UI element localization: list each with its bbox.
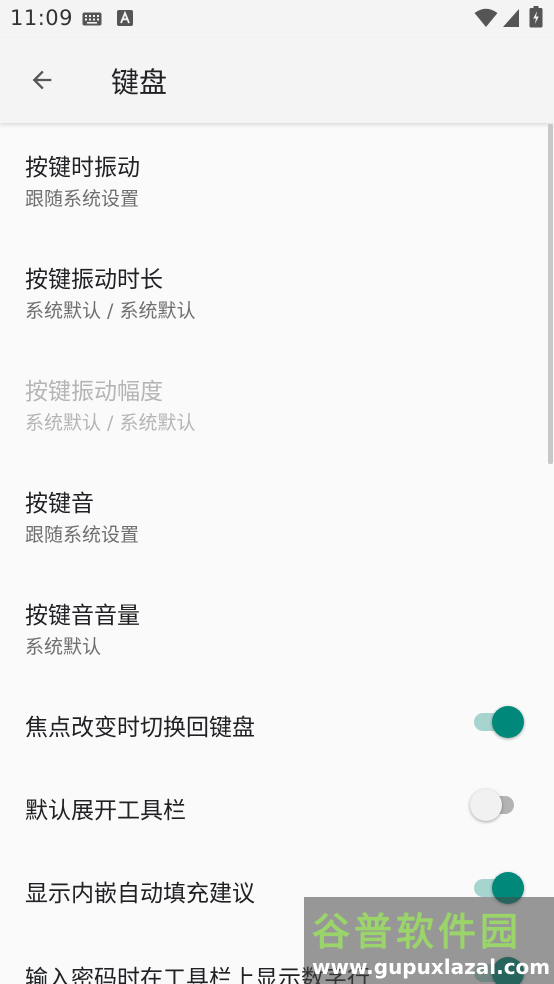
switch-thumb xyxy=(492,706,524,738)
pref-summary: 系统默认 / 系统默认 xyxy=(25,300,196,322)
signal-icon xyxy=(503,9,519,27)
back-button[interactable] xyxy=(18,56,66,104)
pref-key-sound[interactable]: 按键音 跟随系统设置 xyxy=(0,459,554,571)
status-bar: 11:09 xyxy=(0,0,554,38)
scrollbar[interactable] xyxy=(548,124,553,464)
pref-summary: 系统默认 / 系统默认 xyxy=(25,412,196,434)
pref-title: 按键音音量 xyxy=(25,603,140,629)
battery-icon xyxy=(529,6,543,28)
keyboard-icon xyxy=(82,12,102,26)
pref-title: 默认展开工具栏 xyxy=(25,798,186,824)
pref-summary: 跟随系统设置 xyxy=(25,188,140,210)
pref-title: 按键音 xyxy=(25,491,94,517)
pref-title: 按键振动幅度 xyxy=(25,379,163,405)
pref-key-sound-volume[interactable]: 按键音音量 系统默认 xyxy=(0,571,554,683)
pref-vibration-amplitude: 按键振动幅度 系统默认 / 系统默认 xyxy=(0,347,554,459)
pref-title: 显示内嵌自动填充建议 xyxy=(25,881,255,907)
switch-thumb xyxy=(470,789,502,821)
toggle-switch[interactable] xyxy=(470,785,526,825)
pref-summary: 跟随系统设置 xyxy=(25,524,140,546)
app-bar: 键盘 xyxy=(0,38,554,123)
settings-list: 按键时振动 跟随系统设置 按键振动时长 系统默认 / 系统默认 按键振动幅度 系… xyxy=(0,123,554,984)
pref-summary: 系统默认 xyxy=(25,636,102,658)
a-letter-icon xyxy=(117,10,133,26)
pref-title: 按键时振动 xyxy=(25,155,140,181)
pref-title: 焦点改变时切换回键盘 xyxy=(25,715,255,741)
wifi-icon xyxy=(474,8,498,27)
toggle-switch[interactable] xyxy=(470,702,526,742)
pref-title: 按键振动时长 xyxy=(25,267,163,293)
arrow-left-icon xyxy=(32,70,52,90)
watermark-title: 谷普软件园 xyxy=(312,910,523,954)
pref-vibration-duration[interactable]: 按键振动时长 系统默认 / 系统默认 xyxy=(0,235,554,347)
watermark: 谷普软件园 www.gupuxlazal.com xyxy=(304,897,554,984)
pref-key-vibration[interactable]: 按键时振动 跟随系统设置 xyxy=(0,123,554,235)
status-time: 11:09 xyxy=(10,6,74,30)
pref-expand-toolbar[interactable]: 默认展开工具栏 xyxy=(0,765,554,847)
pref-switch-back-on-focus[interactable]: 焦点改变时切换回键盘 xyxy=(0,683,554,765)
page-title: 键盘 xyxy=(111,66,168,99)
watermark-url: www.gupuxlazal.com xyxy=(312,955,551,979)
